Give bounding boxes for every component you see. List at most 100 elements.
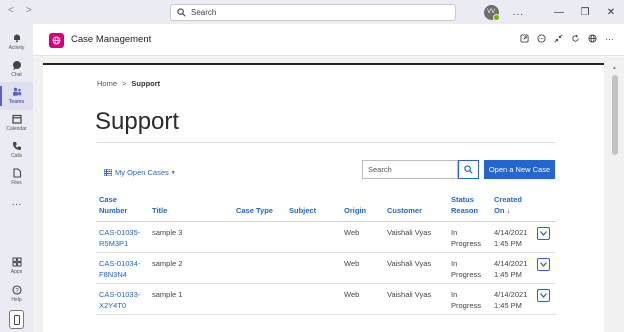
rail-label: Teams xyxy=(8,99,25,105)
back-arrow-icon[interactable]: < xyxy=(8,5,14,16)
rail-item-help[interactable]: ? Help xyxy=(0,280,33,308)
avatar[interactable]: VV xyxy=(483,4,500,21)
customer-cell: Vaishali Vyas xyxy=(384,221,448,253)
breadcrumb-home[interactable]: Home xyxy=(97,79,117,88)
search-icon xyxy=(464,165,473,174)
subject-cell xyxy=(286,252,341,284)
more-options-icon[interactable]: ... xyxy=(513,7,524,18)
more-options-icon[interactable]: ··· xyxy=(605,34,614,44)
scrollbar[interactable]: ▲ xyxy=(612,65,618,332)
row-action-cell xyxy=(534,283,556,315)
more-icon: ··· xyxy=(11,198,22,210)
column-header-customer[interactable]: Customer xyxy=(384,194,448,222)
rail-item-calls[interactable]: Calls xyxy=(0,136,33,164)
app-header-actions: ··· xyxy=(520,34,614,44)
column-header-case-number[interactable]: Case Number xyxy=(96,194,149,222)
case-type-cell xyxy=(233,283,286,315)
search-button[interactable] xyxy=(458,160,479,179)
case-number-link[interactable]: CAS-01034- F8N3N4 xyxy=(96,252,149,284)
view-selector-label: My Open Cases xyxy=(115,168,169,177)
status-cell: In Progress xyxy=(448,221,491,253)
rail-item-chat[interactable]: Chat xyxy=(0,55,33,83)
close-button[interactable]: ✕ xyxy=(598,7,624,18)
row-action-cell xyxy=(534,252,556,284)
global-search-box[interactable]: Search xyxy=(170,4,456,21)
open-new-case-button[interactable]: Open a New Case xyxy=(484,160,555,179)
case-title-cell: sample 2 xyxy=(149,252,233,284)
view-selector[interactable]: My Open Cases ▼ xyxy=(104,168,176,177)
case-type-cell xyxy=(233,221,286,253)
chevron-down-icon xyxy=(540,262,547,267)
subject-cell xyxy=(286,221,341,253)
rail-label: Chat xyxy=(11,72,22,78)
row-actions-button[interactable] xyxy=(537,289,550,302)
phone-device-icon xyxy=(13,314,20,325)
case-number-link[interactable]: CAS-01035- R5M3P1 xyxy=(96,221,149,253)
created-on-cell: 4/14/2021 1:45 PM xyxy=(491,252,534,284)
status-cell: In Progress xyxy=(448,283,491,315)
cases-table: Case Number Title Case Type Subject Origi… xyxy=(96,194,556,315)
customer-cell: Vaishali Vyas xyxy=(384,283,448,315)
rail-item-files[interactable]: Files xyxy=(0,163,33,191)
table-row: CAS-01035- R5M3P1 sample 3 Web Vaishali V… xyxy=(96,221,556,253)
breadcrumb-separator: > xyxy=(122,79,127,88)
case-type-cell xyxy=(233,252,286,284)
rail-item-teams[interactable]: Teams xyxy=(0,82,33,110)
origin-cell: Web xyxy=(341,252,384,284)
globe-icon[interactable] xyxy=(588,34,597,43)
file-icon xyxy=(12,168,22,178)
table-header-row: Case Number Title Case Type Subject Origi… xyxy=(96,194,556,222)
row-actions-button[interactable] xyxy=(537,258,550,271)
teams-icon xyxy=(12,87,22,97)
case-search-input[interactable] xyxy=(362,160,458,179)
sort-descending-icon: ↓ xyxy=(506,206,511,215)
rail-label: Apps xyxy=(10,269,23,275)
rail-item-more[interactable]: ··· xyxy=(0,190,33,218)
divider xyxy=(97,142,555,143)
table-row: CAS-01033- X2Y4T0 sample 1 Web Vaishali V… xyxy=(96,283,556,315)
row-action-cell xyxy=(534,221,556,253)
maximize-button[interactable]: ❐ xyxy=(572,7,598,18)
rail-label: Calls xyxy=(10,153,23,159)
column-header-created-on[interactable]: Created On ↓ xyxy=(491,194,534,222)
scroll-up-icon[interactable]: ▲ xyxy=(612,65,617,71)
status-cell: In Progress xyxy=(448,252,491,284)
portal-page: Home > Support Support My Open Cases ▼ Ope… xyxy=(43,63,604,332)
rail-item-calendar[interactable]: Calendar xyxy=(0,109,33,137)
row-actions-button[interactable] xyxy=(537,227,550,240)
created-on-cell: 4/14/2021 1:45 PM xyxy=(491,221,534,253)
mobile-device-button[interactable] xyxy=(9,310,24,329)
help-icon: ? xyxy=(11,285,22,295)
column-header-title[interactable]: Title xyxy=(149,194,233,222)
caret-down-icon: ▼ xyxy=(170,169,176,176)
origin-cell: Web xyxy=(341,283,384,315)
rail-label: Files xyxy=(11,180,22,186)
chat-icon xyxy=(12,60,22,70)
chevron-down-icon xyxy=(540,231,547,236)
list-icon xyxy=(104,169,112,176)
window-controls: VV ... — ❐ ✕ xyxy=(483,0,624,24)
column-header-case-type[interactable]: Case Type xyxy=(233,194,286,222)
rail-item-apps[interactable]: Apps xyxy=(0,252,33,280)
calendar-icon xyxy=(11,114,22,124)
column-header-status-reason[interactable]: Status Reason xyxy=(448,194,491,222)
case-number-link[interactable]: CAS-01033- X2Y4T0 xyxy=(96,283,149,315)
global-search-placeholder: Search xyxy=(191,8,217,17)
nav-arrows: < > xyxy=(8,5,32,16)
rail-item-activity[interactable]: Activity xyxy=(0,28,33,56)
conversation-icon[interactable] xyxy=(537,34,546,43)
minimize-button[interactable]: — xyxy=(546,7,572,18)
popout-icon[interactable] xyxy=(520,34,529,43)
subject-cell xyxy=(286,283,341,315)
scrollbar-thumb[interactable] xyxy=(612,75,618,155)
column-header-subject[interactable]: Subject xyxy=(286,194,341,222)
column-header-origin[interactable]: Origin xyxy=(341,194,384,222)
column-header-actions xyxy=(534,194,556,222)
collapse-icon[interactable] xyxy=(554,34,563,43)
case-title-cell: sample 1 xyxy=(149,283,233,315)
forward-arrow-icon[interactable]: > xyxy=(26,5,32,16)
content-area: Home > Support Support My Open Cases ▼ Ope… xyxy=(33,57,624,332)
refresh-icon[interactable] xyxy=(571,34,580,43)
search-icon xyxy=(177,8,186,17)
title-bar: < > Search VV ... — ❐ ✕ xyxy=(0,0,624,24)
